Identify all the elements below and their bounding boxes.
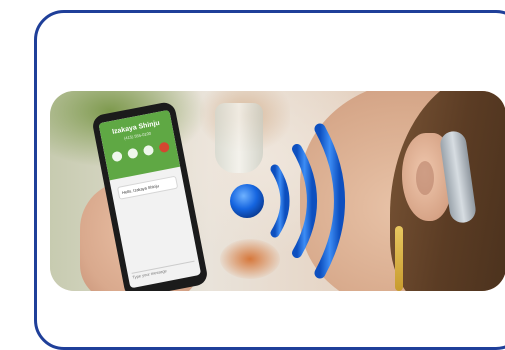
wave-arc-1 [270, 164, 290, 238]
keypad-button[interactable] [126, 147, 139, 160]
sound-source-dot [230, 184, 264, 218]
speaker-button[interactable] [142, 144, 155, 157]
call-header: Izakaya Shinju (415) 555-0100 [98, 109, 181, 181]
message-input[interactable]: Type your message [131, 260, 197, 282]
ear-canal [416, 161, 434, 195]
message-bubble: Hello, Izakaya Shinju [116, 175, 179, 200]
wave-arc-3 [314, 123, 345, 279]
wave-arc-2 [292, 144, 317, 258]
end-call-button[interactable] [158, 141, 171, 154]
sound-waves-icon [230, 123, 345, 279]
mute-button[interactable] [111, 150, 123, 163]
hero-photo: Izakaya Shinju (415) 555-0100 Hello, Iza… [50, 91, 505, 291]
earring [395, 226, 403, 291]
